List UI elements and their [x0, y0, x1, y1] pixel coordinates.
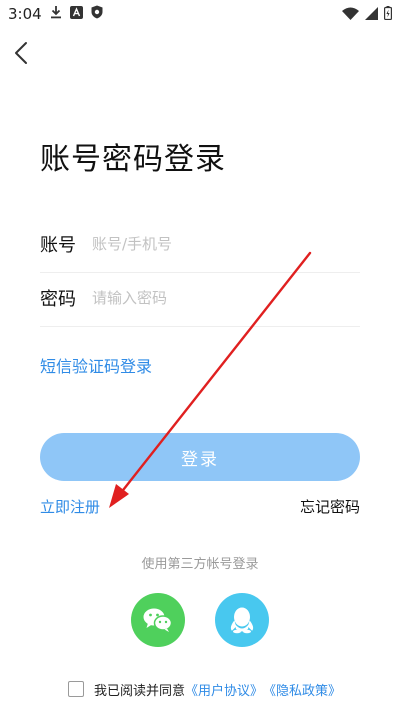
wechat-login-button[interactable] [131, 593, 185, 647]
account-input[interactable] [92, 231, 352, 257]
battery-icon [384, 6, 392, 20]
back-button[interactable] [10, 38, 36, 68]
chevron-left-icon [15, 42, 27, 64]
third-party-login-label: 使用第三方帐号登录 [141, 557, 259, 572]
a-badge-icon [70, 5, 83, 19]
download-icon [51, 6, 61, 19]
status-icons-left [50, 5, 103, 19]
signal-icon [365, 6, 378, 20]
password-field-row: 密码 [40, 272, 360, 327]
qq-icon [230, 607, 254, 634]
login-button[interactable]: 登录 [40, 433, 360, 481]
agreement-checkbox[interactable] [68, 681, 84, 697]
status-bar: 3:04 [0, 0, 400, 28]
page-title: 账号密码登录 [40, 142, 226, 177]
status-time: 3:04 [8, 5, 42, 23]
wifi-icon [342, 7, 359, 20]
agreement-row: 我已阅读并同意 《用户协议》 《隐私政策》 [68, 679, 341, 699]
password-input[interactable] [92, 285, 352, 311]
sms-code-login-link[interactable]: 短信验证码登录 [40, 353, 152, 377]
forgot-password-link[interactable]: 忘记密码 [300, 496, 360, 517]
register-link[interactable]: 立即注册 [40, 496, 100, 517]
account-field-row: 账号 [40, 218, 360, 273]
user-agreement-link[interactable]: 《用户协议》 [185, 680, 263, 699]
privacy-policy-link[interactable]: 《隐私政策》 [263, 680, 341, 699]
qq-login-button[interactable] [215, 593, 269, 647]
shield-icon [91, 5, 103, 19]
password-label: 密码 [40, 289, 76, 310]
status-icons-right [342, 6, 392, 20]
agreement-prefix: 我已阅读并同意 [94, 683, 186, 699]
account-label: 账号 [40, 235, 76, 256]
wechat-icon [143, 608, 173, 632]
